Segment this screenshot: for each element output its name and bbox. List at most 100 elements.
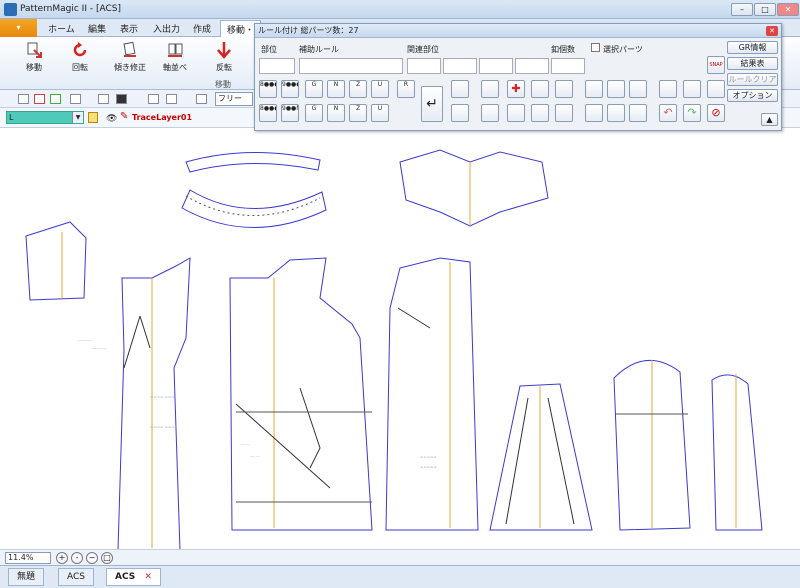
tool-b-icon[interactable] (451, 104, 469, 122)
maximize-button[interactable]: □ (754, 3, 776, 16)
related-field-3[interactable] (479, 58, 513, 74)
file-menu-button[interactable]: ▾ (0, 19, 37, 37)
layer-name[interactable]: TraceLayer01 (132, 113, 192, 122)
sleeve-cap-small-piece[interactable] (25, 221, 87, 301)
axis-align-icon (168, 43, 183, 57)
zoom-fit-icon[interactable]: − (86, 552, 98, 564)
skirt-panel-piece[interactable] (489, 383, 593, 531)
tool-r-icon[interactable] (707, 80, 725, 98)
doc-tab-acs-2[interactable]: ACS ✕ (106, 568, 161, 586)
redo-icon[interactable] (50, 94, 61, 104)
tool-n-icon[interactable] (629, 80, 647, 98)
undo-arrow-icon[interactable]: ↶ (659, 104, 677, 122)
tab-io[interactable]: 入出力 (153, 22, 180, 35)
related-field-1[interactable] (407, 58, 441, 74)
zoom-window-icon[interactable]: □ (101, 552, 113, 564)
new-icon[interactable] (18, 94, 29, 104)
pattern-canvas[interactable]: ---------- ---------- ==== === ==== === … (0, 128, 800, 551)
rule-9m-button[interactable]: 9●●M (281, 104, 299, 122)
tool-a-icon[interactable] (451, 80, 469, 98)
tool-m-icon[interactable] (607, 104, 625, 122)
flip-button[interactable]: 反転 (204, 41, 244, 73)
enter-icon[interactable]: ↵ (421, 86, 443, 122)
fill-icon[interactable] (116, 94, 127, 104)
front-body-piece[interactable] (229, 257, 373, 531)
rule-clear-button[interactable]: ルールクリア (727, 73, 778, 86)
move-button[interactable]: 移動 (14, 41, 54, 73)
palette-close-button[interactable]: ✕ (766, 26, 778, 36)
rule-zb-button[interactable]: Z (349, 104, 367, 122)
button-count-field[interactable] (551, 58, 585, 74)
grid-icon[interactable] (148, 94, 159, 104)
rule-n-button[interactable]: N (327, 80, 345, 98)
close-button[interactable]: ✕ (777, 3, 799, 16)
result-table-button[interactable]: 結果表 (727, 57, 778, 70)
list-icon[interactable] (166, 94, 177, 104)
tool-f-icon[interactable] (531, 80, 549, 98)
zoom-select[interactable]: 11.4% (5, 552, 51, 564)
mode-field[interactable]: フリー (215, 92, 253, 106)
chevron-down-icon[interactable]: ▼ (72, 112, 83, 123)
back-body-piece[interactable] (385, 257, 479, 531)
tilt-correct-button[interactable]: 傾き修正 (110, 41, 150, 73)
doc-tab-untitled[interactable]: 無題 (8, 568, 45, 586)
tool-d-icon[interactable] (481, 104, 499, 122)
lock-icon[interactable] (88, 112, 98, 123)
zoom-in-icon[interactable]: + (56, 552, 68, 564)
stop-icon[interactable]: ⊘ (707, 104, 725, 122)
related-field-4[interactable] (515, 58, 549, 74)
rule-8b-button[interactable]: 8●●● (259, 104, 277, 122)
tool-c-icon[interactable] (481, 80, 499, 98)
move-label: 移動 (26, 63, 42, 72)
rule-z-button[interactable]: Z (349, 80, 367, 98)
zoom-out-icon[interactable]: - (71, 552, 83, 564)
rule-ub-button[interactable]: U (371, 104, 389, 122)
rule-r-button[interactable]: R (397, 80, 415, 98)
sleeve-under-piece[interactable] (711, 374, 763, 531)
front-left-piece[interactable] (117, 257, 191, 551)
rule-gb-button[interactable]: G (305, 104, 323, 122)
related-field-2[interactable] (443, 58, 477, 74)
tool-h-icon[interactable] (555, 80, 573, 98)
redo-arrow-icon[interactable]: ↷ (683, 104, 701, 122)
eye-icon[interactable]: 👁 (106, 114, 117, 124)
rule-8-button[interactable]: 8●●● (259, 80, 277, 98)
rule-9-button[interactable]: 9●●● (281, 80, 299, 98)
aux-rule-field[interactable] (299, 58, 403, 74)
collar-piece[interactable] (181, 152, 327, 228)
rotate-button[interactable]: 回転 (60, 41, 100, 73)
tab-home[interactable]: ホーム (48, 22, 75, 35)
gr-info-button[interactable]: GR情報 (727, 41, 778, 54)
close-icon[interactable]: ✕ (144, 572, 152, 582)
tool-l-icon[interactable] (607, 80, 625, 98)
tool-i-icon[interactable] (555, 104, 573, 122)
cross-point-icon[interactable]: ✚ (507, 80, 525, 98)
layer-select[interactable]: L ▼ (6, 111, 84, 124)
tool-j-icon[interactable] (585, 80, 603, 98)
selected-parts-checkbox[interactable] (591, 43, 600, 52)
tool-p-icon[interactable] (659, 80, 677, 98)
text-icon[interactable] (196, 94, 207, 104)
tab-edit[interactable]: 編集 (88, 22, 106, 35)
rule-u-button[interactable]: U (371, 80, 389, 98)
minimize-button[interactable]: – (731, 3, 753, 16)
snap-icon[interactable]: SNAP (707, 56, 725, 74)
undo-icon[interactable] (34, 94, 45, 104)
tab-create[interactable]: 作成 (193, 22, 211, 35)
frame-icon[interactable] (98, 94, 109, 104)
tool-g-icon[interactable] (531, 104, 549, 122)
tool-o-icon[interactable] (629, 104, 647, 122)
option-button[interactable]: オプション (727, 89, 778, 102)
tab-view[interactable]: 表示 (120, 22, 138, 35)
select-icon[interactable] (70, 94, 81, 104)
rule-nb-button[interactable]: N (327, 104, 345, 122)
tool-e-icon[interactable] (507, 104, 525, 122)
axis-align-button[interactable]: 軸並べ (155, 41, 195, 73)
part-field[interactable] (259, 58, 295, 74)
tool-k-icon[interactable] (585, 104, 603, 122)
back-yoke-piece[interactable] (399, 149, 549, 227)
doc-tab-acs-1[interactable]: ACS (58, 568, 94, 586)
collapse-button[interactable]: ▲ (761, 113, 778, 126)
tool-q-icon[interactable] (683, 80, 701, 98)
rule-g-button[interactable]: G (305, 80, 323, 98)
